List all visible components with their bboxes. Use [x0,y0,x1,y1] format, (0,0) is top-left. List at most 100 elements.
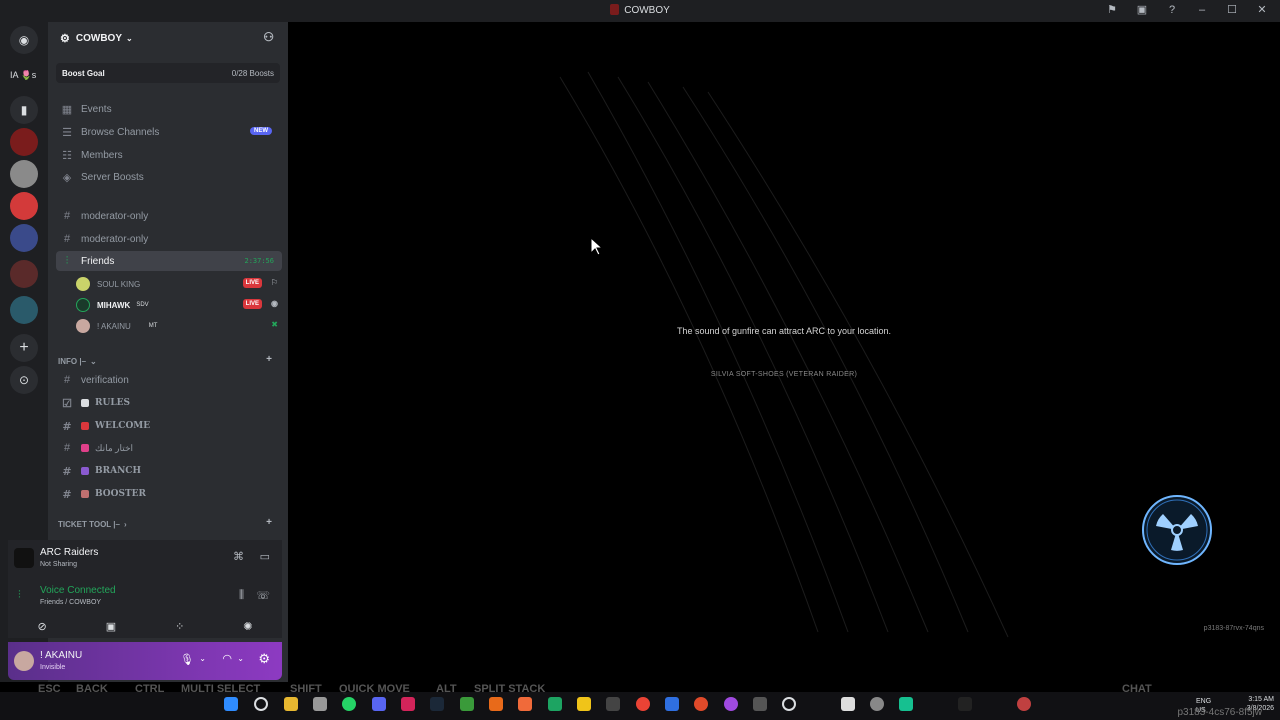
server-folder[interactable] [10,296,38,324]
discover-icon[interactable]: ⊙ [10,366,38,394]
user-panel: ! AKAINU Invisible 🎙 ⌄ ◠ ⌄ ⚙ [8,642,282,680]
search-icon[interactable] [254,697,268,711]
channel-welcome[interactable]: # WELCOME [56,416,282,436]
game-active-icon[interactable] [782,697,796,711]
invite-people-icon[interactable]: ⚇ [263,30,274,44]
channel-verification[interactable]: # verification [56,370,282,390]
app-icon[interactable] [606,697,620,711]
app-icon[interactable] [489,697,503,711]
controller-icon[interactable]: ⌘ [233,550,244,563]
app-icon[interactable] [724,697,738,711]
voice-member[interactable]: MIHAWK SDV LIVE ◉ [76,296,282,314]
hash-icon: # [63,442,71,454]
nav-members[interactable]: ☷ Members [56,145,282,165]
channel-moderator-only[interactable]: # moderator-only [56,229,282,249]
voice-member[interactable]: ! AKAINU MT ✖ [76,317,282,335]
avatar[interactable] [14,651,34,671]
server-avatar[interactable] [10,192,38,220]
channel-branch[interactable]: # BRANCH [56,461,282,481]
add-server-icon[interactable]: + [10,334,38,362]
category-info[interactable]: INFO |– ⌄ + [58,354,282,368]
folder-icon[interactable]: ▮ [10,96,38,124]
channel-choose[interactable]: # اختار مانك [56,438,282,458]
start-icon[interactable] [224,697,238,711]
server-avatar[interactable] [10,128,38,156]
game-view[interactable] [288,22,1280,682]
game-icon[interactable] [460,697,474,711]
app-icon[interactable] [518,697,532,711]
whatsapp-icon[interactable] [342,697,356,711]
activities-icon[interactable]: ⁘ [175,620,184,633]
channel-booster[interactable]: # BOOSTER [56,484,282,504]
window-controls: ⚑ ▣ ? – ☐ ✕ [1104,3,1270,17]
disconnect-icon[interactable]: ☏ [256,589,270,602]
app-icon[interactable] [548,697,562,711]
add-channel-icon[interactable]: + [266,354,272,365]
tray-app-icon[interactable] [841,697,855,711]
chevron-down-icon: ⌄ [90,356,97,366]
server-header[interactable]: ⚙ COWBOY ⌄ ⚇ [48,22,288,54]
app-icon[interactable] [694,697,708,711]
chrome-icon[interactable] [636,697,650,711]
browse-icon: ☰ [62,126,72,139]
boost-goal-bar[interactable]: Boost Goal 0/28 Boosts [56,63,280,83]
discord-home-icon[interactable]: ◉ [10,26,38,54]
chevron-down-icon: ⌄ [125,33,133,43]
chevron-down-icon[interactable]: ⌄ [199,654,206,663]
inbox-icon[interactable]: ▣ [1134,3,1150,16]
window-titlebar: COWBOY ⚑ ▣ ? – ☐ ✕ [0,0,1280,22]
game-icon: ✖ [271,320,278,329]
noise-suppression-icon[interactable]: ⫼ [239,589,244,602]
mouse-cursor-icon [590,237,604,256]
server-avatar[interactable] [10,224,38,252]
ribbon-emoji-icon [81,444,89,452]
minimize-icon[interactable]: – [1194,4,1210,16]
screen-share-icon[interactable]: ▣ [106,620,116,633]
activity-panel: ARC Raiders Not Sharing ⌘ ▭ [8,540,282,578]
add-channel-icon[interactable]: + [266,517,272,528]
signal-icon[interactable]: ⫶ [18,589,21,602]
camera-off-icon[interactable]: ⊘ [37,620,46,633]
nav-events[interactable]: ▦ Events [56,99,282,119]
app-icon[interactable] [753,697,767,711]
server-avatar[interactable] [10,160,38,188]
member-tag: MT [148,323,158,329]
members-icon: ☷ [62,149,72,162]
chevron-down-icon[interactable]: ⌄ [237,654,244,663]
tray-app-icon[interactable] [1017,697,1031,711]
app-icon[interactable] [577,697,591,711]
tray-app-icon[interactable] [899,697,913,711]
voice-action-buttons: ⊘ ▣ ⁘ ✺ [8,614,282,638]
tip-attribution: SILVIA SOFT-SHOES (VETERAN RAIDER) [710,371,858,378]
close-icon[interactable]: ✕ [1254,3,1270,16]
help-icon[interactable]: ? [1164,4,1180,16]
steam-icon[interactable] [430,697,444,711]
channel-rules[interactable]: ☑ RULES [56,393,282,413]
file-explorer-icon[interactable] [284,697,298,711]
app-icon[interactable] [665,697,679,711]
server-folder[interactable] [10,260,38,288]
voice-connected-panel: ⫶ Voice Connected Friends / COWBOY ⫼ ☏ [8,578,282,616]
nav-browse-channels[interactable]: ☰ Browse Channels NEW [56,122,282,142]
inbox-flag-icon[interactable]: ⚑ [1104,3,1120,16]
app-icon[interactable] [401,697,415,711]
avatar [76,277,90,291]
tray-app-icon[interactable] [870,697,884,711]
category-ticket-tool[interactable]: TICKET TOOL |– › + [58,517,282,531]
soundboard-icon[interactable]: ✺ [243,620,252,633]
arc-loading-icon [1142,495,1212,565]
voice-member[interactable]: SOUL KING LIVE ⚐ [76,275,282,293]
headphones-icon[interactable]: ◠ [222,652,232,665]
channel-moderator-only[interactable]: # moderator-only [56,206,282,226]
share-screen-icon[interactable]: ▭ [260,550,270,563]
microphone-icon[interactable]: 🎙 [180,653,194,666]
maximize-icon[interactable]: ☐ [1224,3,1240,16]
voice-channel-friends[interactable]: ⫶ Friends 2:37:56 [56,251,282,271]
gem-emoji-icon [81,467,89,475]
speaker-icon: ⫶ [65,254,69,267]
nav-server-boosts[interactable]: ◈ Server Boosts [56,167,282,187]
settings-gear-icon[interactable]: ⚙ [258,651,270,667]
settings-icon[interactable] [313,697,327,711]
discord-icon[interactable] [372,697,386,711]
tray-app-icon[interactable] [958,697,972,711]
